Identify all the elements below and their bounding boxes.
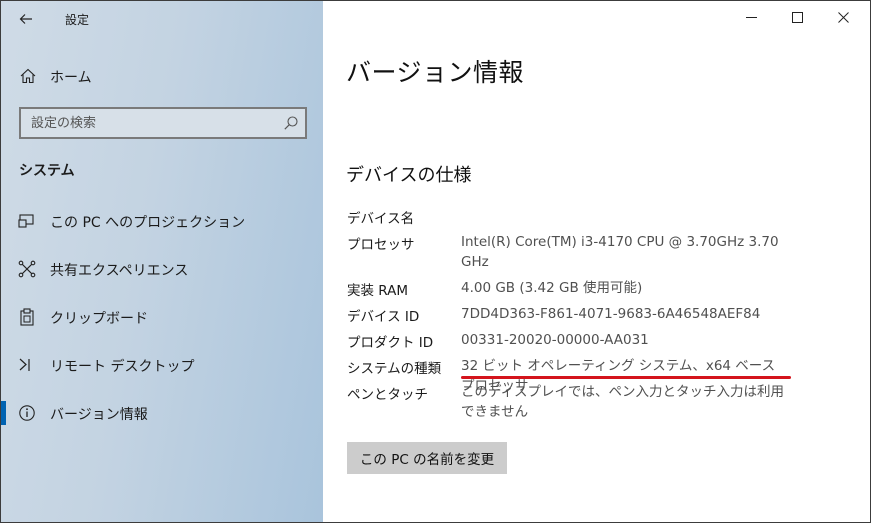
spec-value-ram: 4.00 GB (3.42 GB 使用可能) [461,280,643,296]
clipboard-icon [20,308,34,326]
spec-label-device-id: デバイス ID [347,309,420,325]
settings-window: 設定 ホーム システム この PC へのプロジェクション [0,0,871,523]
close-button[interactable] [821,1,867,35]
sidebar-item-label: バージョン情報 [50,407,148,423]
sidebar-item-label: リモート デスクトップ [50,359,195,375]
spec-label-product-id: プロダクト ID [347,335,434,351]
home-link[interactable]: ホーム [1,59,323,93]
close-icon [838,12,849,23]
sidebar-item-version-info[interactable]: バージョン情報 [1,393,323,433]
title-bar: 設定 [1,1,323,37]
app-title: 設定 [65,13,90,27]
sidebar-item-shared-experience[interactable]: 共有エクスペリエンス [1,249,323,289]
highlight-underline [461,376,791,379]
sidebar: 設定 ホーム システム この PC へのプロジェクション [1,1,323,522]
back-arrow-icon [19,14,32,24]
spec-value-product-id: 00331-20020-00000-AA031 [461,332,649,348]
sidebar-item-remote-desktop[interactable]: リモート デスクトップ [1,345,323,385]
content-pane: バージョン情報 デバイスの仕様 デバイス名 プロセッサ Intel(R) Cor… [323,1,870,522]
shared-experience-icon [18,260,36,278]
sidebar-item-label: この PC へのプロジェクション [50,215,246,231]
search-icon[interactable] [283,115,299,131]
spec-label-processor: プロセッサ [347,237,415,253]
section-title: システム [19,163,75,179]
spec-value-device-id: 7DD4D363-F861-4071-9683-6A46548AEF84 [461,306,761,322]
info-icon [19,405,35,421]
search-input[interactable] [21,109,271,137]
maximize-button[interactable] [775,1,821,35]
spec-label-system-type: システムの種類 [347,361,442,377]
remote-desktop-icon [19,358,30,371]
home-label: ホーム [50,70,92,86]
spec-value-pen-touch: このディスプレイでは、ペン入力とタッチ入力は利用できません [461,384,785,420]
search-box[interactable] [19,107,307,139]
spec-label-ram: 実装 RAM [347,283,409,299]
sidebar-item-projection[interactable]: この PC へのプロジェクション [1,201,323,241]
maximize-icon [792,12,803,23]
sidebar-item-label: 共有エクスペリエンス [50,263,189,279]
spec-label-device-name: デバイス名 [347,211,415,227]
sidebar-item-label: クリップボード [50,311,148,327]
spec-label-pen-touch: ペンとタッチ [347,387,428,403]
home-icon [20,68,36,84]
back-button[interactable] [11,5,41,33]
rename-pc-button[interactable]: この PC の名前を変更 [347,442,507,474]
device-spec-heading: デバイスの仕様 [346,165,472,186]
minimize-icon [746,17,757,18]
minimize-button[interactable] [729,1,775,35]
spec-value-processor: Intel(R) Core(TM) i3-4170 CPU @ 3.70GHz … [461,234,779,270]
sidebar-item-clipboard[interactable]: クリップボード [1,297,323,337]
projection-icon [18,214,34,228]
page-title: バージョン情報 [346,58,525,87]
